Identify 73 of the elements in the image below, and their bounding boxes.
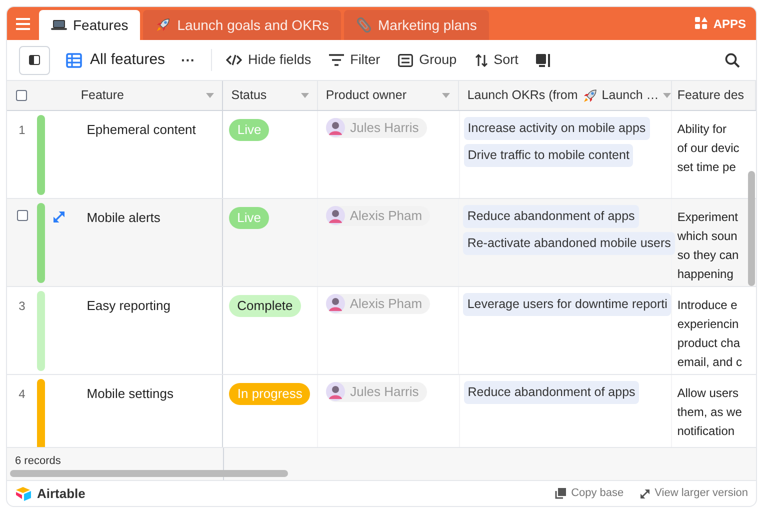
linked-record-chip: Drive traffic to mobile content [464, 144, 634, 166]
record-count: 6 records [15, 454, 61, 469]
description-text: Experiment which soun so they can happening [677, 209, 739, 283]
row-height-icon[interactable] [536, 54, 550, 66]
user-chip: Jules Harris [326, 382, 427, 402]
copy-icon [555, 488, 566, 499]
laptop-icon [51, 19, 67, 31]
row-number: 4 [18, 386, 26, 403]
linked-record-chip: Reduce abandonment of apps [463, 205, 639, 228]
apps-icon [695, 17, 708, 30]
column-header-label: Status [231, 87, 267, 104]
status-pill: Live [229, 207, 269, 228]
description-text: Introduce e experiencin product cha email, and c [677, 297, 742, 371]
paperclip-icon [356, 17, 372, 33]
linked-record-chip: Re-activate abandoned mobile users [463, 232, 675, 254]
sort-icon [474, 54, 488, 66]
column-header-label: Feature [80, 87, 124, 104]
rocket-icon [582, 88, 598, 104]
table-cell: Easy reporting [86, 298, 171, 313]
grid-icon [66, 52, 82, 68]
status-pill: In progress [229, 383, 310, 404]
expand-icon[interactable] [53, 211, 65, 223]
avatar-icon [326, 118, 346, 138]
filter-icon [329, 54, 344, 66]
brand-logo[interactable]: Airtable [15, 484, 86, 504]
list-box-icon [398, 54, 414, 66]
column-header-label: Feature des [677, 87, 744, 104]
scrollbar[interactable] [10, 470, 288, 477]
expand-icon [640, 488, 650, 498]
more-button[interactable]: ··· [175, 50, 202, 70]
linked-record-chip: Increase activity on mobile apps [464, 117, 650, 140]
table-cell: Ephemeral content [86, 122, 196, 137]
caret-icon [662, 93, 671, 98]
description-text: Allow users them, as we notification [677, 385, 742, 440]
status-pill: Live [229, 119, 270, 140]
user-chip: Alexis Pham [326, 294, 430, 314]
caret-icon [442, 93, 450, 98]
status-pill: Complete [229, 295, 301, 316]
column-header-label: Product owner [326, 87, 406, 104]
copy-base-link[interactable]: Copy base [555, 485, 624, 502]
row-number: 1 [18, 122, 26, 139]
user-chip: Jules Harris [326, 118, 427, 138]
column-header-label: Launch OKRs (from [467, 87, 578, 104]
table-cell: Mobile settings [86, 386, 174, 401]
toolbar-button[interactable]: Group [394, 50, 461, 70]
rocket-icon [155, 17, 172, 33]
sidebar-toggle-button[interactable] [19, 46, 50, 74]
avatar-icon [326, 382, 346, 402]
avatar-icon [326, 206, 345, 226]
linked-record-chip: Reduce abandonment of apps [464, 381, 640, 404]
code-icon [226, 54, 242, 66]
toolbar-button[interactable]: Filter [325, 50, 384, 70]
caret-icon [300, 93, 309, 98]
search-icon[interactable] [725, 52, 740, 68]
toolbar-button[interactable]: Hide fields [222, 50, 316, 70]
tab[interactable]: Features [39, 10, 140, 40]
menu-icon[interactable] [16, 18, 30, 30]
row-checkbox[interactable] [16, 210, 28, 221]
avatar-icon [326, 294, 345, 314]
toolbar-button[interactable]: Sort [470, 50, 522, 70]
table-cell: Mobile alerts [86, 210, 160, 225]
sidebar-icon [29, 55, 40, 65]
view-selector[interactable]: All features [66, 48, 166, 72]
linked-record-chip: Leverage users for downtime reporti [463, 293, 672, 316]
logo-icon [15, 486, 33, 501]
description-text: Ability for of our devic set time pe [677, 121, 740, 176]
row-number: 3 [18, 298, 26, 315]
user-chip: Alexis Pham [326, 206, 430, 226]
view-larger-link[interactable]: View larger version [640, 485, 748, 502]
caret-icon [206, 93, 214, 98]
select-all-checkbox[interactable] [16, 90, 28, 101]
column-header-label: Launch … [602, 87, 659, 104]
scrollbar[interactable] [748, 171, 755, 286]
